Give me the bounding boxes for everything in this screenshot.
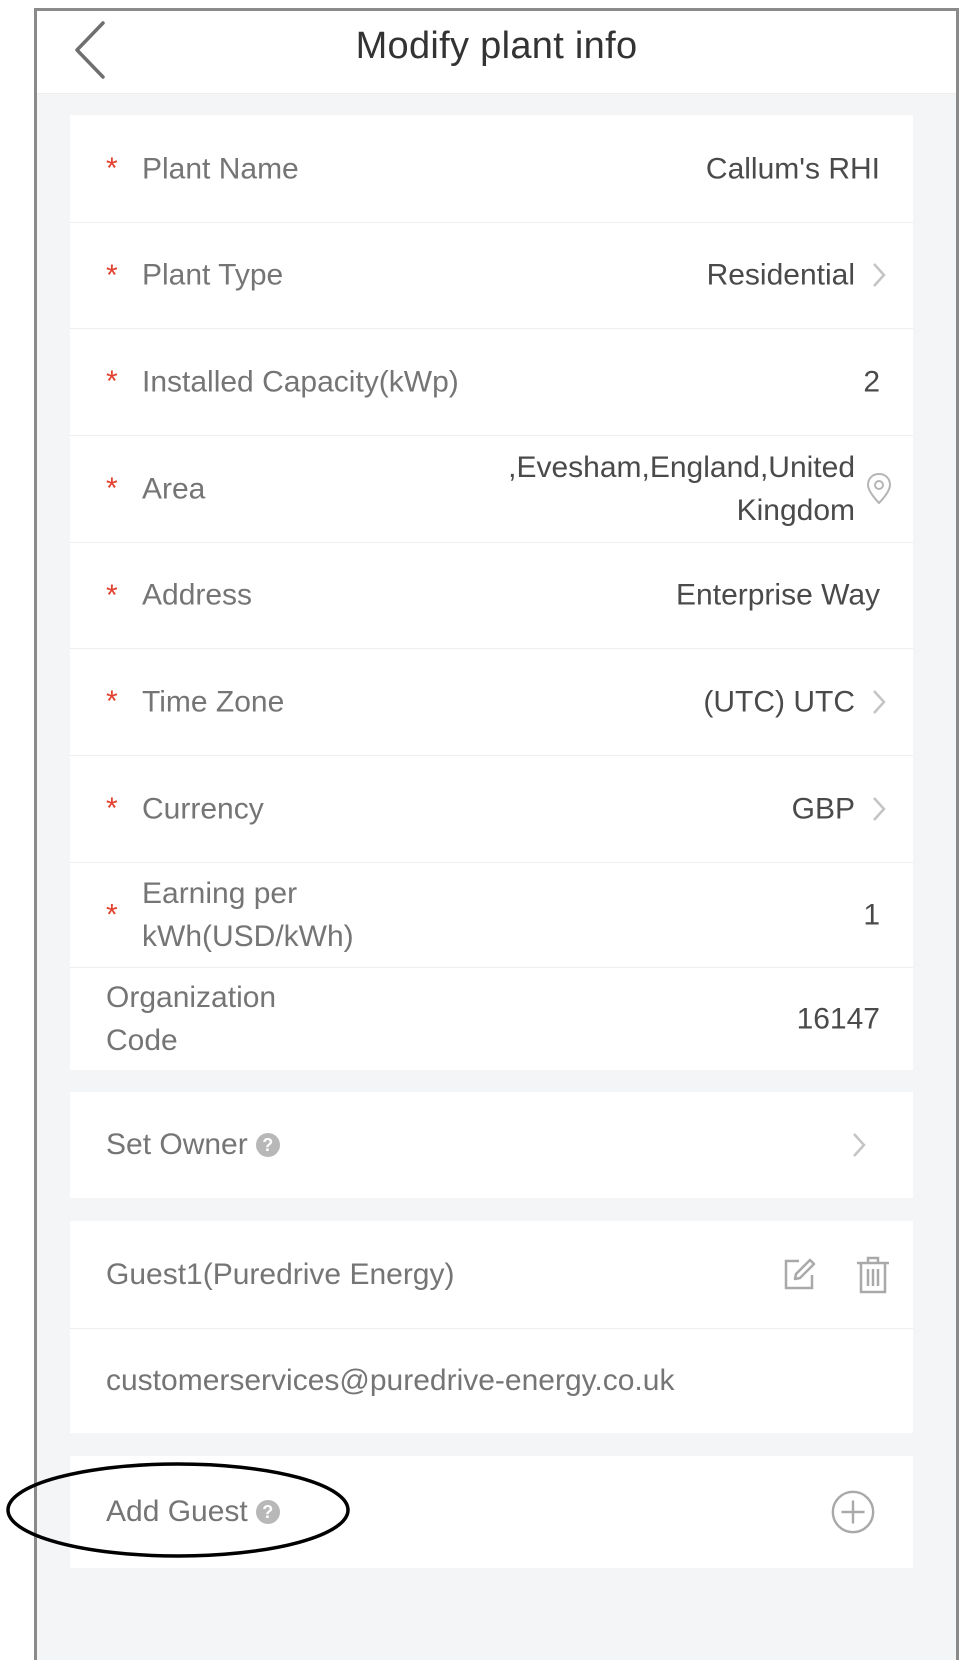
field-time-zone[interactable]: * Time Zone (UTC) UTC [70, 648, 913, 756]
required-marker: * [106, 258, 118, 292]
field-label-address: * Address [106, 574, 252, 617]
guest-row: Guest1(Puredrive Energy) [70, 1221, 913, 1329]
required-marker: * [106, 578, 118, 612]
page-title: Modify plant info [355, 25, 638, 67]
field-installed-capacity[interactable]: * Installed Capacity(kWp) 2 [70, 328, 913, 436]
currency-label: Currency [142, 792, 264, 825]
area-value: ,Evesham,England,United Kingdom [508, 450, 855, 527]
plant-name-label: Plant Name [142, 152, 299, 185]
field-label-installed-capacity: * Installed Capacity(kWp) [106, 360, 462, 403]
field-label-area: * Area [106, 467, 205, 510]
field-area[interactable]: * Area ,Evesham,England,United Kingdom [70, 435, 913, 543]
installed-capacity-value: 2 [863, 365, 880, 398]
guest-name: Guest1(Puredrive Energy) [106, 1257, 455, 1291]
edit-icon[interactable] [781, 1257, 817, 1293]
navigation-bar: Modify plant info [37, 11, 956, 94]
field-label-plant-name: * Plant Name [106, 147, 299, 190]
add-guest-row[interactable]: Add Guest? [70, 1456, 913, 1568]
area-label: Area [142, 472, 206, 505]
required-marker: * [106, 898, 118, 931]
plant-type-value: Residential [706, 258, 855, 292]
chevron-right-icon [873, 796, 886, 821]
required-marker: * [106, 792, 118, 825]
trash-icon[interactable] [855, 1255, 891, 1295]
set-owner-label-group: Set Owner? [106, 1128, 280, 1162]
required-marker: * [106, 472, 118, 505]
chevron-right-icon [873, 263, 886, 287]
field-label-currency: * Currency [106, 787, 264, 830]
app-screen: Modify plant info * Plant Name Callum's … [34, 8, 959, 1660]
guest-email-row: customerservices@puredrive-energy.co.uk [70, 1328, 913, 1433]
guest-email: customerservices@puredrive-energy.co.uk [106, 1363, 675, 1397]
chevron-right-icon [853, 1133, 866, 1157]
help-icon[interactable]: ? [255, 1133, 280, 1157]
address-value: Enterprise Way [676, 578, 880, 612]
field-plant-name[interactable]: * Plant Name Callum's RHI [70, 115, 913, 223]
required-marker: * [106, 685, 118, 718]
plant-info-card: * Plant Name Callum's RHI * Plant Type R… [70, 115, 913, 1070]
chevron-right-icon [873, 689, 886, 714]
plant-name-value: Callum's RHI [705, 152, 880, 185]
field-address[interactable]: * Address Enterprise Way [70, 542, 913, 649]
field-label-earning: * Earning per kWh(USD/kWh) [106, 872, 462, 958]
add-guest-label: Add Guest [106, 1495, 248, 1528]
field-label-time-zone: * Time Zone [106, 680, 284, 723]
location-pin-icon[interactable] [865, 472, 893, 506]
time-zone-label: Time Zone [142, 685, 285, 718]
earning-label: Earning per kWh(USD/kWh) [142, 876, 354, 953]
field-organization-code[interactable]: Organization Code 16147 [70, 967, 913, 1070]
field-currency[interactable]: * Currency GBP [70, 755, 913, 863]
required-marker: * [106, 365, 118, 398]
plant-type-label: Plant Type [142, 258, 284, 292]
add-guest-label-group: Add Guest? [106, 1495, 280, 1529]
organization-code-text: Organization Code [106, 980, 277, 1057]
help-icon[interactable]: ? [255, 1500, 280, 1524]
organization-code-label: Organization Code [106, 976, 336, 1062]
address-label: Address [142, 578, 253, 612]
field-label-plant-type: * Plant Type [106, 254, 283, 297]
guest-card: Guest1(Puredrive Energy) customerservice… [70, 1221, 913, 1433]
time-zone-value: (UTC) UTC [703, 685, 855, 718]
set-owner-label: Set Owner [106, 1128, 248, 1161]
organization-code-value: 16147 [796, 1002, 880, 1035]
plus-circle-icon[interactable] [829, 1488, 877, 1536]
earning-value: 1 [863, 898, 880, 931]
installed-capacity-label: Installed Capacity(kWp) [142, 365, 459, 398]
field-plant-type[interactable]: * Plant Type Residential [70, 222, 913, 329]
set-owner-row[interactable]: Set Owner? [70, 1092, 913, 1198]
required-marker: * [106, 152, 118, 185]
currency-value: GBP [791, 792, 855, 825]
field-earning-per-kwh[interactable]: * Earning per kWh(USD/kWh) 1 [70, 862, 913, 968]
